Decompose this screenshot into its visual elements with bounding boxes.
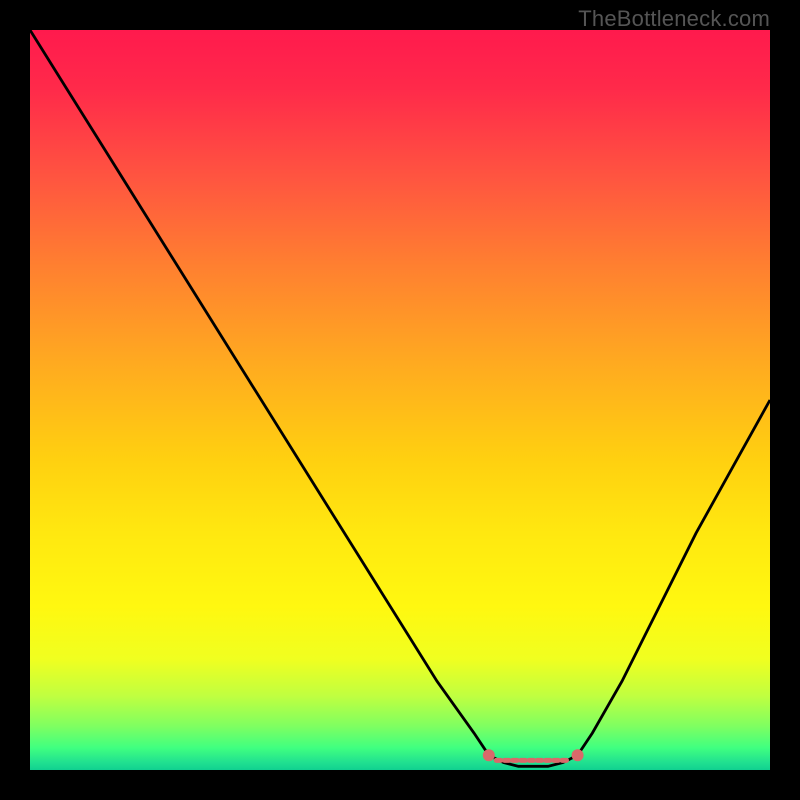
watermark-text: TheBottleneck.com — [578, 6, 770, 32]
plot-area — [30, 30, 770, 770]
chart-container: TheBottleneck.com — [0, 0, 800, 800]
curve-path — [30, 30, 770, 766]
bottleneck-curve — [30, 30, 770, 770]
valley-marker-right — [572, 749, 584, 761]
valley-marker-left — [483, 749, 495, 761]
